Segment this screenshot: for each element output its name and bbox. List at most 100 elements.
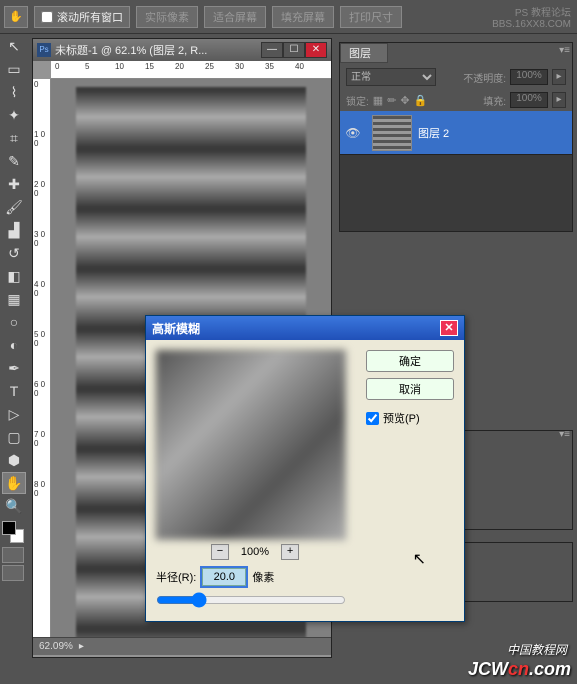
- zoom-out-button[interactable]: −: [211, 544, 229, 560]
- fg-color-swatch[interactable]: [2, 521, 16, 535]
- path-tool-icon[interactable]: ▷: [2, 403, 26, 425]
- fill-screen-button[interactable]: 填充屏幕: [272, 6, 334, 28]
- zoom-level[interactable]: 62.09%: [39, 641, 73, 652]
- watermark-top-line1: PS 教程论坛: [492, 4, 571, 19]
- dodge-tool-icon[interactable]: ◐: [2, 334, 26, 356]
- ps-file-icon: Ps: [37, 43, 51, 57]
- wm-mid: cn: [508, 659, 529, 679]
- crop-tool-icon[interactable]: ⌗: [2, 127, 26, 149]
- ruler-tick: 0: [33, 79, 50, 129]
- lock-all-icon[interactable]: 🔒: [414, 94, 428, 107]
- scroll-all-input[interactable]: [41, 11, 53, 23]
- layer-thumbnail[interactable]: [372, 115, 412, 151]
- hand-tool-icon[interactable]: ✋: [2, 472, 26, 494]
- ruler-tick: 3 0 0: [33, 229, 50, 279]
- eyedropper-tool-icon[interactable]: ✎: [2, 150, 26, 172]
- layer-list: 👁 图层 2: [340, 111, 572, 231]
- ruler-tick: 15: [145, 62, 154, 71]
- actual-pixels-button[interactable]: 实际像素: [136, 6, 198, 28]
- type-tool-icon[interactable]: T: [2, 380, 26, 402]
- fill-field[interactable]: 100%: [510, 92, 548, 108]
- ruler-tick: 5: [85, 62, 89, 71]
- toolbox: ↖ ▭ ⌇ ✦ ⌗ ✎ ✚ 🖌 ▟ ↺ ◧ ▦ ○ ◐ ✒ T ▷ ▢ ⬢ ✋ …: [0, 34, 28, 583]
- fit-screen-button[interactable]: 适合屏幕: [204, 6, 266, 28]
- radius-slider[interactable]: [156, 592, 346, 608]
- document-titlebar[interactable]: Ps 未标题-1 @ 62.1% (图层 2, R... — ☐ ✕: [33, 39, 331, 61]
- scroll-all-checkbox[interactable]: 滚动所有窗口: [34, 6, 130, 28]
- healing-tool-icon[interactable]: ✚: [2, 173, 26, 195]
- ruler-tick: 7 0 0: [33, 429, 50, 479]
- marquee-tool-icon[interactable]: ▭: [2, 58, 26, 80]
- minimize-button[interactable]: —: [261, 42, 283, 58]
- ruler-tick: 40: [295, 62, 304, 71]
- preview-image[interactable]: [156, 350, 346, 540]
- preview-checkbox[interactable]: 预览(P): [366, 410, 454, 426]
- wm-suffix: .com: [529, 659, 571, 679]
- horizontal-ruler[interactable]: 0 5 10 15 20 25 30 35 40: [51, 61, 331, 79]
- screenmode-icon[interactable]: [2, 565, 24, 581]
- maximize-button[interactable]: ☐: [283, 42, 305, 58]
- lock-transparent-icon[interactable]: ▦: [373, 94, 383, 107]
- panel-menu-icon[interactable]: ▾≡: [559, 45, 570, 56]
- layers-tab[interactable]: 图层: [340, 43, 388, 63]
- 3d-tool-icon[interactable]: ⬢: [2, 449, 26, 471]
- lock-label: 锁定:: [346, 93, 369, 108]
- layer-row[interactable]: 👁 图层 2: [340, 111, 572, 155]
- ruler-tick: 8 0 0: [33, 479, 50, 529]
- ruler-tick: 30: [235, 62, 244, 71]
- ruler-tick: 4 0 0: [33, 279, 50, 329]
- opacity-field[interactable]: 100%: [510, 69, 548, 85]
- preview-check-input[interactable]: [366, 412, 379, 425]
- quickmask-icon[interactable]: [2, 547, 24, 563]
- zoom-percent: 100%: [241, 546, 269, 558]
- radius-label: 半径(R):: [156, 569, 196, 585]
- print-size-button[interactable]: 打印尺寸: [340, 6, 402, 28]
- ok-button[interactable]: 确定: [366, 350, 454, 372]
- stamp-tool-icon[interactable]: ▟: [2, 219, 26, 241]
- ruler-tick: 0: [55, 62, 59, 71]
- brush-tool-icon[interactable]: 🖌: [2, 196, 26, 218]
- radius-input[interactable]: [202, 568, 246, 586]
- color-swatches[interactable]: [2, 521, 24, 543]
- gradient-tool-icon[interactable]: ▦: [2, 288, 26, 310]
- move-tool-icon[interactable]: ↖: [2, 35, 26, 57]
- zoom-in-button[interactable]: +: [281, 544, 299, 560]
- vertical-ruler[interactable]: 0 1 0 0 2 0 0 3 0 0 4 0 0 5 0 0 6 0 0 7 …: [33, 79, 51, 637]
- watermark-url: JCWcn.com: [468, 659, 571, 680]
- opacity-arrow-icon[interactable]: ▸: [552, 69, 566, 85]
- ruler-tick: 1 0 0: [33, 129, 50, 179]
- blend-mode-select[interactable]: 正常: [346, 68, 436, 86]
- cancel-button[interactable]: 取消: [366, 378, 454, 400]
- fill-label: 填充:: [483, 93, 506, 108]
- ruler-tick: 10: [115, 62, 124, 71]
- hand-tool-icon[interactable]: ✋: [4, 6, 28, 28]
- lock-pixels-icon[interactable]: ✏: [387, 94, 396, 107]
- watermark-top-line2: BBS.16XX8.COM: [492, 19, 571, 30]
- layer-name[interactable]: 图层 2: [418, 125, 449, 141]
- zoom-tool-icon[interactable]: 🔍: [2, 495, 26, 517]
- gaussian-blur-dialog: 高斯模糊 ✕ − 100% + 半径(R): 像素 确定 取消 预览(P): [145, 315, 465, 622]
- history-brush-icon[interactable]: ↺: [2, 242, 26, 264]
- eraser-tool-icon[interactable]: ◧: [2, 265, 26, 287]
- dialog-title: 高斯模糊: [152, 320, 200, 337]
- preview-label: 预览(P): [383, 410, 420, 426]
- lock-position-icon[interactable]: ✥: [400, 94, 409, 107]
- opacity-label: 不透明度:: [463, 70, 506, 85]
- lasso-tool-icon[interactable]: ⌇: [2, 81, 26, 103]
- document-title: 未标题-1 @ 62.1% (图层 2, R...: [55, 42, 207, 58]
- wand-tool-icon[interactable]: ✦: [2, 104, 26, 126]
- watermark-top: PS 教程论坛 BBS.16XX8.COM: [492, 4, 571, 30]
- document-statusbar: 62.09% ▸: [33, 637, 331, 655]
- status-arrow-icon[interactable]: ▸: [79, 641, 84, 652]
- dialog-close-button[interactable]: ✕: [440, 320, 458, 336]
- radius-unit: 像素: [252, 569, 274, 585]
- close-button[interactable]: ✕: [305, 42, 327, 58]
- watermark-cn: 中国教程网: [507, 641, 567, 658]
- panel-menu-icon[interactable]: ▾≡: [559, 429, 570, 440]
- blur-tool-icon[interactable]: ○: [2, 311, 26, 333]
- pen-tool-icon[interactable]: ✒: [2, 357, 26, 379]
- dialog-titlebar[interactable]: 高斯模糊 ✕: [146, 316, 464, 340]
- shape-tool-icon[interactable]: ▢: [2, 426, 26, 448]
- fill-arrow-icon[interactable]: ▸: [552, 92, 566, 108]
- visibility-icon[interactable]: 👁: [340, 126, 366, 140]
